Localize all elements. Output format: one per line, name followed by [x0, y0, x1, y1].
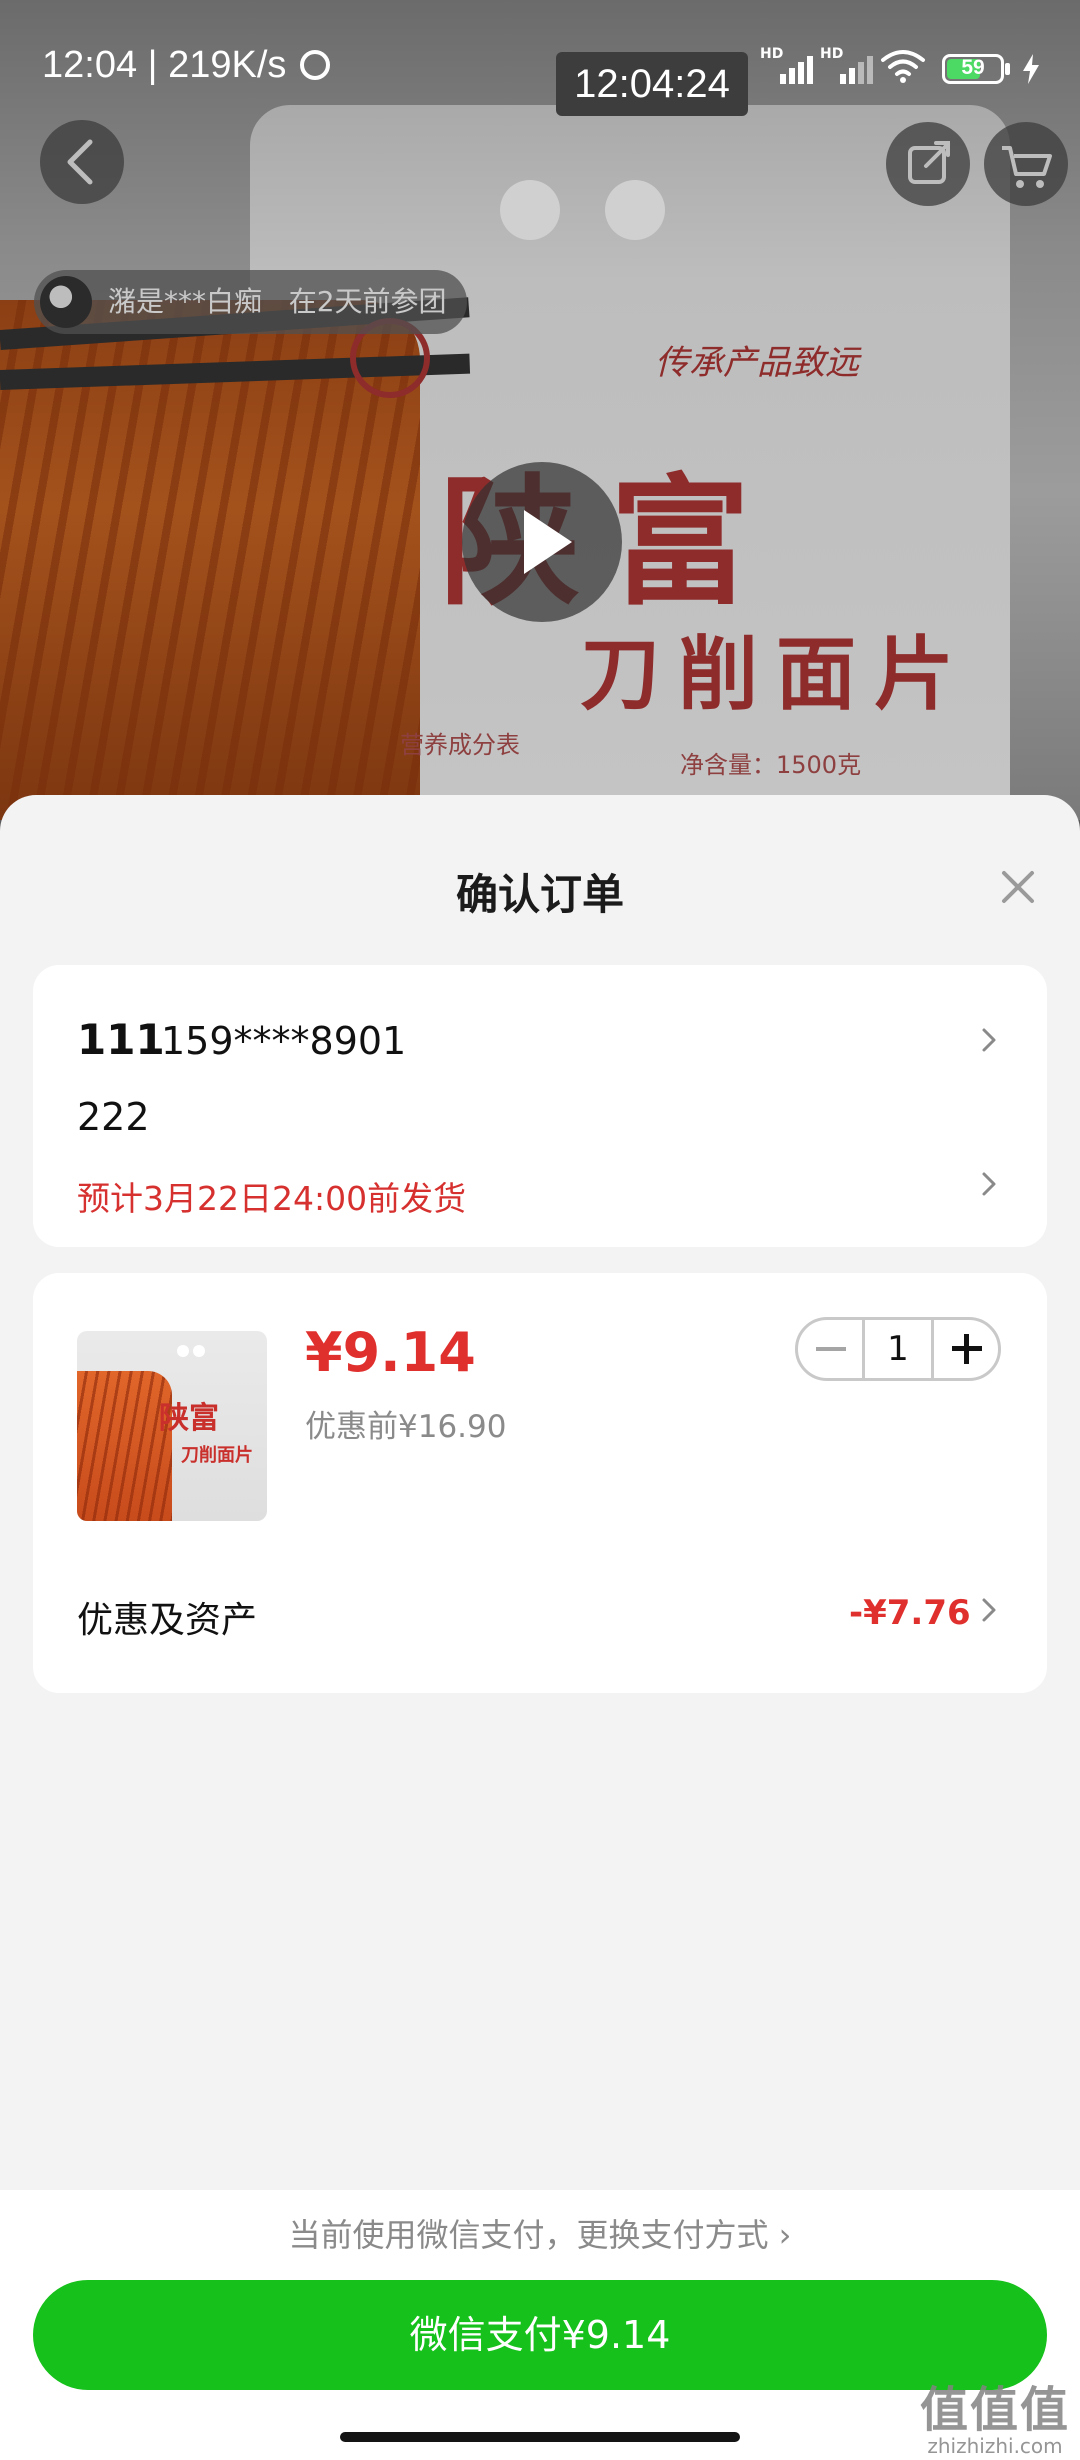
minus-icon [816, 1347, 846, 1351]
confirm-order-sheet: 确认订单 111 159****8901 222 预计3月22日24:00前发货… [0, 795, 1080, 2460]
watermark: 值值值 zhizhizhi.com [920, 2370, 1070, 2458]
decrease-button[interactable] [798, 1320, 862, 1378]
chevron-right-icon[interactable] [979, 1025, 999, 1055]
status-time: 12:04 [42, 44, 138, 86]
thumb-noodles [77, 1371, 172, 1521]
status-time-and-speed: 12:04 | 219K/s [42, 44, 286, 87]
bag-handle-hole [605, 180, 665, 240]
battery-percent: 59 [961, 56, 985, 79]
chevron-right-icon[interactable] [979, 1169, 999, 1199]
product-thumbnail: 陕富 刀削面片 [77, 1331, 267, 1521]
watermark-url: zhizhizhi.com [927, 2434, 1063, 2458]
quantity-stepper: 1 [795, 1317, 1001, 1381]
signal-icon: HD [820, 46, 873, 84]
wechat-pay-button[interactable]: 微信支付¥9.14 [33, 2280, 1047, 2390]
play-video-button[interactable] [462, 462, 622, 622]
change-payment-method-link[interactable]: 当前使用微信支付，更换支付方式 › [0, 2210, 1080, 2256]
item-price: ¥9.14 [305, 1321, 476, 1384]
shipping-estimate: 预计3月22日24:00前发货 [77, 1179, 467, 1218]
group-buy-user: 潴是***白痴 [108, 285, 263, 318]
plus-icon [963, 1334, 969, 1364]
thumb-subtitle: 刀削面片 [181, 1445, 253, 1466]
home-indicator[interactable] [340, 2432, 740, 2442]
battery-icon: 59 [942, 54, 1004, 84]
payment-bar: 当前使用微信支付，更换支付方式 › 微信支付¥9.14 [0, 2190, 1080, 2460]
quantity-value[interactable]: 1 [862, 1320, 934, 1378]
back-icon [67, 139, 93, 185]
close-icon[interactable] [996, 865, 1040, 909]
watermark-logo: 值值值 [920, 2382, 1071, 2438]
item-card: 陕富 刀削面片 ¥9.14 优惠前¥16.90 1 优惠及资产 -¥7.76 [33, 1273, 1047, 1693]
signal-icon: HD [760, 46, 813, 84]
divider: | [147, 44, 169, 86]
clock-overlay: 12:04:24 [556, 52, 748, 116]
product-subtitle: 刀削面片 [580, 627, 972, 721]
original-price: 优惠前¥16.90 [305, 1409, 507, 1445]
network-speed: 219K/s [168, 44, 287, 86]
charging-icon [1023, 54, 1039, 84]
bag-handle-hole [500, 180, 560, 240]
discount-label[interactable]: 优惠及资产 [77, 1591, 257, 1643]
wifi-icon [881, 50, 925, 83]
cart-button[interactable] [984, 122, 1068, 206]
back-button[interactable] [40, 120, 124, 204]
avatar [40, 276, 92, 328]
brand-slogan: 传承产品致远 [655, 343, 859, 383]
discount-value[interactable]: -¥7.76 [849, 1593, 971, 1633]
chevron-right-icon[interactable] [979, 1595, 999, 1625]
share-icon [908, 141, 950, 184]
recipient-phone: 159****8901 [161, 1019, 407, 1063]
alarm-icon [300, 50, 330, 80]
net-weight: 净含量：1500克 [680, 751, 862, 779]
nutrition-label: 营养成分表 [400, 731, 520, 759]
signal-hd-label: HD [820, 46, 844, 62]
thumb-brand: 陕富 [159, 1401, 219, 1436]
group-buy-text: 在2天前参团 [288, 285, 447, 318]
cart-icon [1002, 146, 1052, 188]
group-buy-notice: 潴是***白痴 在2天前参团 [34, 270, 467, 334]
increase-button[interactable] [934, 1320, 998, 1378]
sheet-title: 确认订单 [455, 870, 624, 919]
thumb-handle-holes [177, 1345, 207, 1359]
battery-tip [1005, 63, 1010, 75]
share-button[interactable] [886, 122, 970, 206]
status-bar: 12:04 | 219K/s 12:04:24 HD HD 59 [0, 0, 1080, 130]
recipient-name: 111 [77, 1015, 165, 1064]
address-detail: 222 [77, 1095, 150, 1139]
address-card[interactable]: 111 159****8901 222 预计3月22日24:00前发货 [33, 965, 1047, 1247]
signal-hd-label: HD [760, 46, 784, 62]
